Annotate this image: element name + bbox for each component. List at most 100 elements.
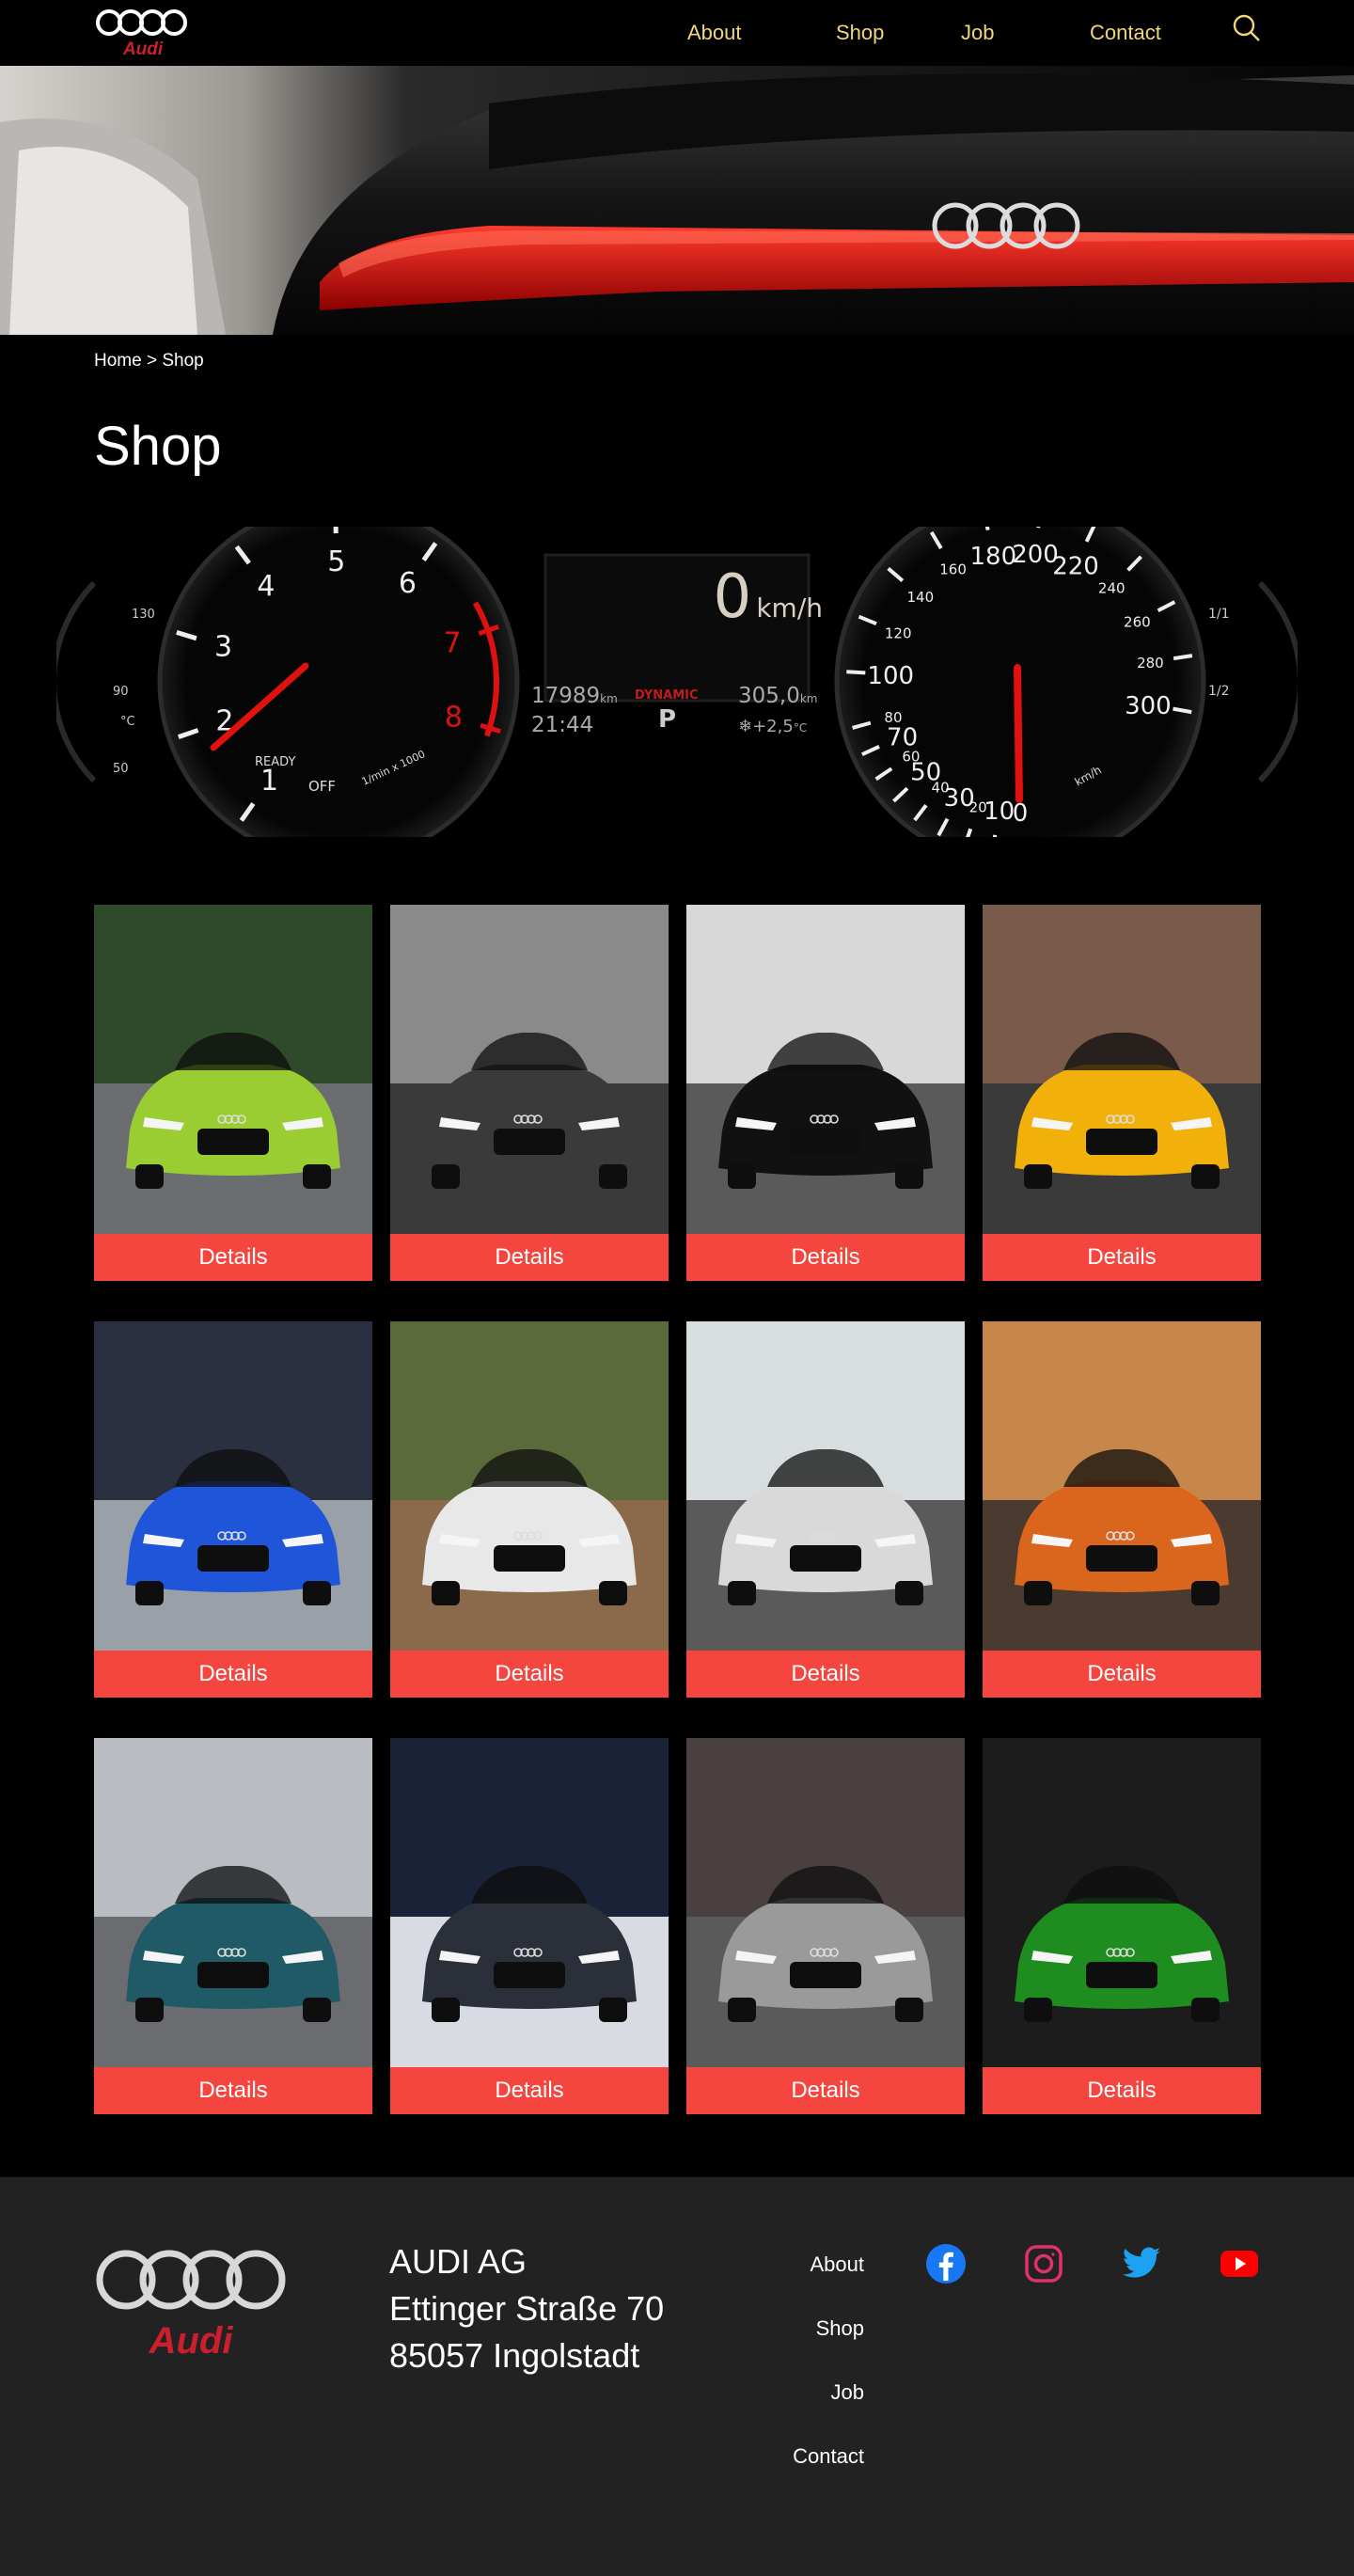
- product-card: Details: [983, 905, 1261, 1281]
- audi-logo[interactable]: Audi: [94, 8, 192, 60]
- tacho-tick-label: 5: [327, 545, 345, 578]
- drive-mode: DYNAMIC: [635, 688, 699, 703]
- product-image[interactable]: [94, 1738, 372, 2067]
- details-button[interactable]: Details: [983, 2067, 1261, 2114]
- product-image[interactable]: [983, 1738, 1261, 2067]
- product-image[interactable]: [94, 905, 372, 1234]
- footer-link-contact[interactable]: Contact: [793, 2443, 864, 2470]
- product-image[interactable]: [390, 1321, 669, 1651]
- footer-audi-wordmark: Audi: [149, 2320, 234, 2362]
- speedo-tick-label: 120: [885, 625, 912, 642]
- temperature-gauge-label: 130: [132, 608, 155, 622]
- page: Audi About Shop Job Contact Home > Shop …: [0, 0, 1354, 2576]
- nav-link-job[interactable]: Job: [961, 19, 994, 47]
- details-button[interactable]: Details: [390, 1651, 669, 1698]
- speedo-tick-label: 100: [867, 662, 914, 690]
- details-button[interactable]: Details: [983, 1651, 1261, 1698]
- trip-unit: km: [799, 692, 818, 705]
- speedo-tick-label: 160: [939, 561, 967, 578]
- speed-value: 0: [713, 562, 752, 632]
- details-button[interactable]: Details: [686, 2067, 965, 2114]
- company-name: AUDI AG: [389, 2242, 527, 2281]
- nav-link-contact[interactable]: Contact: [1090, 19, 1161, 47]
- speedo-tick-label: 140: [906, 589, 934, 606]
- product-card: Details: [390, 905, 669, 1281]
- facebook-icon[interactable]: [925, 2243, 967, 2284]
- tacho-off-label: OFF: [308, 778, 337, 795]
- details-button[interactable]: Details: [686, 1234, 965, 1281]
- details-button[interactable]: Details: [94, 1234, 372, 1281]
- speedo-tick-label: 80: [884, 709, 902, 726]
- tacho-tick-label: 7: [443, 626, 461, 659]
- temperature-gauge-unit: °C: [120, 715, 135, 729]
- details-button[interactable]: Details: [94, 2067, 372, 2114]
- outside-temperature: +2,5: [752, 717, 794, 736]
- product-image[interactable]: [686, 905, 965, 1234]
- speedo-tick-label: 240: [1098, 579, 1126, 596]
- details-button[interactable]: Details: [94, 1651, 372, 1698]
- details-button[interactable]: Details: [686, 1651, 965, 1698]
- temperature-gauge-label: 50: [113, 762, 129, 776]
- breadcrumb: Home > Shop: [94, 351, 204, 371]
- trip-value: 305,0: [738, 684, 800, 708]
- nav-link-about[interactable]: About: [687, 19, 742, 47]
- product-card: Details: [686, 905, 965, 1281]
- product-image[interactable]: [390, 1738, 669, 2067]
- product-image[interactable]: [983, 1321, 1261, 1651]
- search-icon[interactable]: [1232, 13, 1262, 43]
- product-image[interactable]: [94, 1321, 372, 1651]
- speedo-tick-label: 220: [1052, 552, 1099, 580]
- hero-banner-image: [0, 66, 1354, 335]
- speedo-tick: [1036, 509, 1043, 529]
- details-button[interactable]: Details: [390, 1234, 669, 1281]
- clock: 21:44: [531, 713, 594, 737]
- speedo-tick-label: 10: [984, 798, 1015, 826]
- product-card: Details: [983, 1321, 1261, 1698]
- tacho-tick-label: 6: [399, 567, 417, 600]
- speed-readout: 0 km/h: [658, 562, 823, 632]
- odometer-value: 17989: [531, 684, 601, 708]
- product-card: Details: [390, 1321, 669, 1698]
- footer-audi-logo[interactable]: Audi: [94, 2248, 291, 2370]
- product-card: Details: [983, 1738, 1261, 2114]
- instagram-icon[interactable]: [1023, 2243, 1064, 2284]
- tacho-ready-label: READY: [255, 755, 296, 769]
- speedometer-needle: [1014, 664, 1023, 803]
- product-card: Details: [686, 1738, 965, 2114]
- speedo-tick-label: 300: [1125, 692, 1172, 720]
- product-card: Details: [390, 1738, 669, 2114]
- twitter-icon[interactable]: [1121, 2243, 1162, 2284]
- tacho-tick-label: 1: [260, 765, 278, 798]
- footer-link-job[interactable]: Job: [831, 2379, 864, 2406]
- footer: Audi AUDI AG Ettinger Straße 70 85057 In…: [0, 2177, 1354, 2576]
- product-image[interactable]: [686, 1738, 965, 2067]
- trip-readout: 305,0km ❄+2,5°C: [738, 684, 818, 736]
- gear-indicator: P: [658, 705, 677, 734]
- product-card: Details: [686, 1321, 965, 1698]
- fuel-gauge-label: 1/2: [1208, 684, 1230, 699]
- audi-wordmark: Audi: [122, 40, 164, 59]
- footer-link-about[interactable]: About: [811, 2252, 865, 2278]
- nav-link-shop[interactable]: Shop: [836, 19, 884, 47]
- company-street: Ettinger Straße 70: [389, 2289, 665, 2328]
- page-title: Shop: [94, 416, 222, 477]
- tacho-tick-label: 8: [445, 701, 463, 734]
- details-button[interactable]: Details: [390, 2067, 669, 2114]
- tacho-tick-label: 4: [257, 570, 275, 603]
- speedo-tick-label: 180: [969, 543, 1016, 571]
- product-image[interactable]: [983, 905, 1261, 1234]
- top-navigation: Audi About Shop Job Contact: [0, 0, 1354, 66]
- details-button[interactable]: Details: [983, 1234, 1261, 1281]
- instrument-cluster-image: 12345678 0 10 20 30 40 50 60 70 80 100 120 140 160 18…: [51, 496, 1303, 868]
- product-card: Details: [94, 1738, 372, 2114]
- temperature-gauge-label: 90: [113, 685, 129, 699]
- speed-unit: km/h: [756, 593, 823, 624]
- company-city: 85057 Ingolstadt: [389, 2336, 640, 2375]
- temperature-unit: °C: [793, 721, 808, 735]
- odometer-readout: 17989km 21:44: [531, 683, 618, 738]
- footer-link-shop[interactable]: Shop: [816, 2315, 864, 2342]
- product-image[interactable]: [686, 1321, 965, 1651]
- product-image[interactable]: [390, 905, 669, 1234]
- youtube-icon[interactable]: [1219, 2243, 1260, 2284]
- odometer-unit: km: [600, 692, 618, 705]
